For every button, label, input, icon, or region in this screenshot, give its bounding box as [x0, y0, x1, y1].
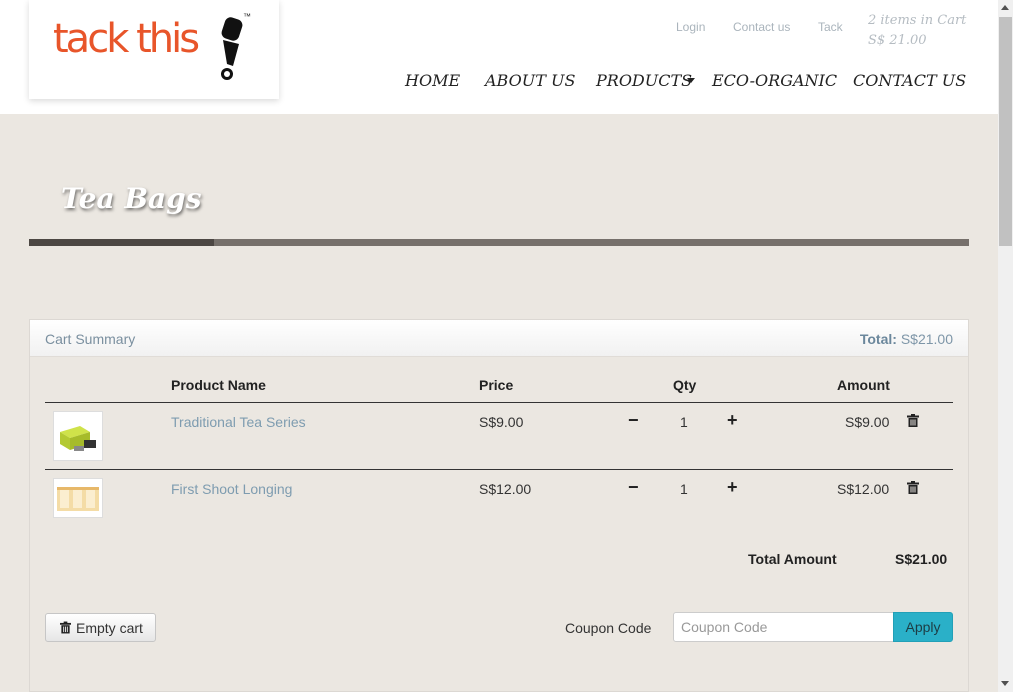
scroll-up-icon[interactable]	[1001, 5, 1009, 10]
trademark: ™	[243, 12, 251, 21]
tack-link[interactable]: Tack	[818, 20, 843, 34]
col-amount: Amount	[837, 377, 890, 393]
table-header-divider	[45, 402, 953, 403]
minus-icon[interactable]: −	[628, 477, 639, 498]
mini-cart[interactable]: 2 items in Cart S$ 21.00	[868, 11, 966, 51]
item-price: S$12.00	[479, 481, 532, 497]
logo-text: tack this	[53, 16, 200, 62]
cart-panel-header: Cart Summary Total: S$21.00	[30, 320, 968, 357]
cart-header-total-label: Total:	[859, 331, 897, 347]
empty-cart-button[interactable]: Empty cart	[45, 613, 156, 642]
cart-total: S$ 21.00	[868, 33, 927, 48]
logo[interactable]: tack this ™	[29, 0, 279, 99]
cart-items-count: 2 items in Cart	[868, 13, 967, 28]
nav-eco-organic[interactable]: ECO-ORGANIC	[712, 71, 837, 90]
nav-contact-us[interactable]: CONTACT US	[853, 71, 966, 90]
product-image	[57, 487, 99, 511]
trash-icon[interactable]	[907, 414, 919, 427]
title-divider-accent	[29, 239, 214, 246]
nav-products[interactable]: PRODUCTS	[596, 71, 692, 90]
product-thumbnail[interactable]	[53, 411, 103, 461]
product-link[interactable]: Traditional Tea Series	[171, 414, 306, 430]
row-divider	[45, 469, 953, 470]
scrollbar[interactable]	[998, 0, 1013, 692]
item-price: S$9.00	[479, 414, 524, 430]
plus-icon[interactable]: +	[727, 477, 738, 498]
cart-summary-title: Cart Summary	[45, 331, 136, 347]
trash-icon	[60, 621, 71, 634]
item-amount: S$12.00	[837, 481, 890, 497]
login-link[interactable]: Login	[676, 20, 705, 34]
coupon-code-input[interactable]	[673, 612, 894, 642]
trash-icon[interactable]	[907, 481, 919, 494]
minus-icon[interactable]: −	[628, 410, 639, 431]
nav-home[interactable]: HOME	[405, 71, 460, 90]
item-qty: 1	[680, 481, 688, 497]
item-qty: 1	[680, 414, 688, 430]
scroll-down-icon[interactable]	[1001, 681, 1009, 686]
empty-cart-label: Empty cart	[76, 620, 143, 636]
coupon-code-label: Coupon Code	[565, 620, 652, 636]
product-image	[60, 426, 96, 451]
cart-header-total: Total: S$21.00	[860, 331, 953, 347]
col-product-name: Product Name	[171, 377, 266, 393]
total-amount-label: Total Amount	[748, 551, 837, 567]
col-price: Price	[479, 377, 514, 393]
nav-about-us[interactable]: ABOUT US	[485, 71, 575, 90]
site-header: tack this ™ Login Contact us Tack 2 item…	[0, 0, 998, 114]
product-link[interactable]: First Shoot Longing	[171, 481, 292, 497]
col-qty: Qty	[673, 377, 697, 393]
contact-us-link[interactable]: Contact us	[733, 20, 790, 34]
tack-icon	[221, 17, 243, 80]
apply-coupon-button[interactable]: Apply	[893, 612, 953, 642]
caret-down-icon	[687, 78, 695, 83]
item-amount: S$9.00	[845, 414, 890, 430]
product-thumbnail[interactable]	[53, 478, 103, 518]
cart-header-total-value: S$21.00	[900, 331, 953, 347]
scroll-thumb[interactable]	[999, 17, 1012, 246]
page-title: Tea Bags	[61, 182, 202, 215]
total-amount-value: S$21.00	[895, 551, 948, 567]
plus-icon[interactable]: +	[727, 410, 738, 431]
